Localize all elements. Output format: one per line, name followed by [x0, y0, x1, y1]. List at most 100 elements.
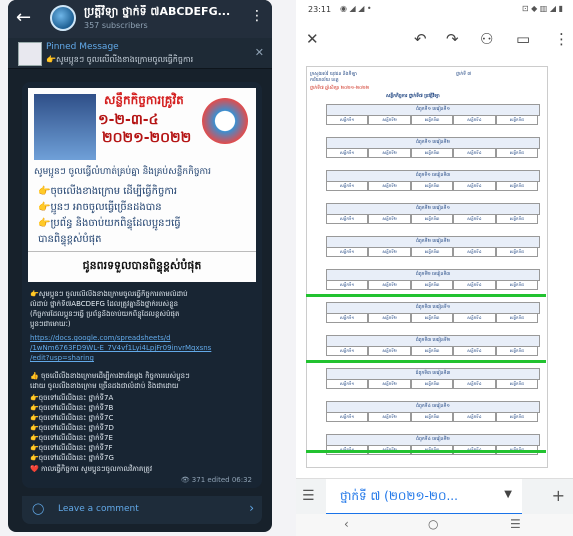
- worksheet-cell[interactable]: សន្លឹកទី៥: [495, 181, 539, 191]
- tab-sheet-grade7[interactable]: ថ្នាក់ទី ៧ (២០២១-២០... ▼: [326, 479, 522, 516]
- worksheet-cell[interactable]: សន្លឹកទី១: [326, 379, 369, 389]
- highlight-line: [306, 450, 546, 453]
- worksheet-cell[interactable]: សន្លឹកទី២: [368, 247, 411, 257]
- worksheet-cell[interactable]: សន្លឹកទី៤: [453, 181, 496, 191]
- worksheet-cell[interactable]: សន្លឹកទី៥: [495, 280, 539, 290]
- class-link-7b[interactable]: 👉ចុចទៅលើលីងនេះ ថ្នាក់ទី7B: [30, 404, 113, 414]
- worksheet-cell[interactable]: សន្លឹកទី៤: [453, 313, 496, 323]
- worksheet-cell[interactable]: សន្លឹកទី៣: [410, 346, 454, 356]
- worksheet-cell[interactable]: សន្លឹកទី៣: [410, 181, 454, 191]
- worksheet-cell[interactable]: សន្លឹកទី៥: [495, 247, 539, 257]
- leave-comment-bar[interactable]: ◯ Leave a comment ›: [22, 496, 262, 524]
- worksheet-cell[interactable]: សន្លឹកទី៤: [453, 148, 496, 158]
- worksheet-cell[interactable]: សន្លឹកទី២: [368, 115, 411, 125]
- close-icon[interactable]: ✕: [306, 30, 319, 48]
- worksheet-cell[interactable]: សន្លឹកទី២: [368, 379, 411, 389]
- spreadsheet-link[interactable]: /edit?usp=sharing: [30, 354, 94, 362]
- poster-year-2: ២០២១-២០២២: [102, 130, 192, 146]
- worksheet-cell[interactable]: សន្លឹកទី៤: [453, 280, 496, 290]
- back-arrow-icon[interactable]: ←: [16, 7, 31, 28]
- spreadsheet-link[interactable]: /1wNm6763FD9WL-E_7V4vf1Lyi4LpjFr09invrMq…: [30, 344, 211, 352]
- worksheet-cell[interactable]: សន្លឹកទី១: [326, 247, 369, 257]
- worksheet-cell[interactable]: សន្លឹកទី២: [368, 148, 411, 158]
- worksheet-cell[interactable]: សន្លឹកទី២: [368, 313, 411, 323]
- poster-bullet: បានពិន្ទុខ្ពស់បំផុត: [38, 234, 102, 245]
- worksheet-row: សន្លឹកទី១សន្លឹកទី២សន្លឹកទី៣សន្លឹកទី៤សន្ល…: [326, 280, 539, 290]
- worksheet-cell[interactable]: សន្លឹកទី១: [326, 280, 369, 290]
- worksheet-cell[interactable]: សន្លឹកទី៥: [495, 148, 539, 158]
- worksheet-cell[interactable]: សន្លឹកទី២: [368, 181, 411, 191]
- worksheet-row: សន្លឹកទី១សន្លឹកទី២សន្លឹកទី៣សន្លឹកទី៤សន្ល…: [326, 148, 539, 158]
- worksheet-cell[interactable]: សន្លឹកទី៣: [410, 412, 454, 422]
- undo-icon[interactable]: ↶: [414, 30, 427, 48]
- worksheet-cell[interactable]: សន្លឹកទី៤: [453, 346, 496, 356]
- add-person-icon[interactable]: ⚇: [480, 30, 493, 48]
- class-link-7g[interactable]: 👉ចុចទៅលើលីងនេះ ថ្នាក់ទី7G: [30, 454, 114, 464]
- worksheet-row: សន្លឹកទី១សន្លឹកទី២សន្លឹកទី៣សន្លឹកទី៤សន្ល…: [326, 313, 539, 323]
- nav-recents-icon[interactable]: ☰: [510, 517, 521, 531]
- close-icon[interactable]: ✕: [255, 46, 264, 59]
- worksheet-cell[interactable]: សន្លឹកទី១: [326, 313, 369, 323]
- poster-photo: [34, 94, 96, 160]
- worksheet-cell[interactable]: សន្លឹកទី៥: [495, 379, 539, 389]
- highlight-line: [306, 294, 546, 297]
- channel-title[interactable]: ប្រត្តីវិទ្យា ថ្នាក់ទី ៧ABCDEFG...: [84, 5, 244, 21]
- class-link-7c[interactable]: 👉ចុចទៅលើលីងនេះ ថ្នាក់ទី7C: [30, 414, 113, 424]
- worksheet-cell[interactable]: សន្លឹកទី៣: [410, 148, 454, 158]
- worksheet-cell[interactable]: សន្លឹកទី២: [368, 346, 411, 356]
- worksheet-cell[interactable]: សន្លឹកទី៤: [453, 412, 496, 422]
- worksheet-cell[interactable]: សន្លឹកទី៣: [410, 115, 454, 125]
- worksheet-cell[interactable]: សន្លឹកទី៣: [410, 280, 454, 290]
- message-text: លំដាប់ ថ្នាក់ទី៧ABCDEFG ដែលត្រូវគ្នានឹងថ…: [30, 300, 179, 308]
- message-text: ដោយ ចូលលីងខាងក្រោម ច្រើនដងជាលំដាប់ និងជា…: [30, 382, 179, 390]
- menu-icon[interactable]: ☰: [302, 488, 315, 504]
- pinned-message-bar[interactable]: Pinned Message 👉សូមប្អូនៗ ចូលលើលីងខាងក្រ…: [8, 38, 272, 69]
- worksheet-cell[interactable]: សន្លឹកទី៣: [410, 247, 454, 257]
- worksheet-cell[interactable]: សន្លឹកទី៤: [453, 214, 496, 224]
- worksheet-cell[interactable]: សន្លឹកទី៣: [410, 313, 454, 323]
- more-vertical-icon[interactable]: ⋮: [554, 30, 569, 48]
- class-link-7f[interactable]: 👉ចុចទៅលើលីងនេះ ថ្នាក់ទី7F: [30, 444, 112, 454]
- worksheet-cell[interactable]: សន្លឹកទី១: [326, 148, 369, 158]
- add-icon[interactable]: +: [552, 486, 565, 505]
- class-link-7d[interactable]: 👉ចុចទៅលើលីងនេះ ថ្នាក់ទី7D: [30, 424, 114, 434]
- worksheet-cell[interactable]: សន្លឹកទី១: [326, 115, 369, 125]
- worksheet-cell[interactable]: សន្លឹកទី៥: [495, 412, 539, 422]
- redo-icon[interactable]: ↷: [446, 30, 459, 48]
- pinned-label: Pinned Message: [46, 42, 119, 52]
- worksheet-cell[interactable]: សន្លឹកទី១: [326, 412, 369, 422]
- worksheet-cell[interactable]: សន្លឹកទី៣: [410, 379, 454, 389]
- comment-icon[interactable]: ▭: [516, 30, 530, 48]
- worksheet-cell[interactable]: សន្លឹកទី៤: [453, 115, 496, 125]
- worksheet-cell[interactable]: សន្លឹកទី៣: [410, 214, 454, 224]
- class-link-7a[interactable]: 👉ចុចទៅលើលីងនេះ ថ្នាក់ទី7A: [30, 394, 113, 404]
- nav-home-icon[interactable]: ○: [428, 517, 438, 531]
- class-link-7e[interactable]: 👉ចុចទៅលើលីងនេះ ថ្នាក់ទី7E: [30, 434, 113, 444]
- highlight-line: [306, 360, 546, 363]
- worksheet-cell[interactable]: សន្លឹកទី៤: [453, 379, 496, 389]
- worksheet-cell[interactable]: សន្លឹកទី៥: [495, 313, 539, 323]
- worksheet-cell[interactable]: សន្លឹកទី២: [368, 280, 411, 290]
- spreadsheet-link[interactable]: https://docs.google.com/spreadsheets/d: [30, 334, 171, 342]
- message-text: ប្អូនៗជាមោឃៈ): [30, 320, 71, 328]
- chevron-down-icon[interactable]: ▼: [504, 489, 512, 500]
- worksheet-cell[interactable]: សន្លឹកទី១: [326, 346, 369, 356]
- doc-header: ថ្នាក់ទី ៧: [456, 72, 472, 77]
- worksheet-cell[interactable]: សន្លឹកទី២: [368, 412, 411, 422]
- spreadsheet-view[interactable]: ក្រសួងអប់រំ យុវជន និងកីឡា ការិយាល័យ ខេត្…: [296, 58, 573, 476]
- worksheet-cell[interactable]: សន្លឹកទី១: [326, 181, 369, 191]
- more-vertical-icon[interactable]: ⋮: [250, 8, 264, 24]
- worksheet-cell[interactable]: សន្លឹកទី៥: [495, 346, 539, 356]
- worksheet-cell[interactable]: សន្លឹកទី៥: [495, 115, 539, 125]
- telegram-screen: ← ប្រត្តីវិទ្យា ថ្នាក់ទី ៧ABCDEFG... 357…: [8, 0, 272, 532]
- worksheet-cell[interactable]: សន្លឹកទី៥: [495, 214, 539, 224]
- worksheet-cell[interactable]: សន្លឹកទី៤: [453, 247, 496, 257]
- nav-back-icon[interactable]: ‹: [344, 517, 349, 531]
- poster-bullet: 👉ចុចលើងខាងក្រោម ដើម្បីធ្វើកិច្ចការ: [38, 186, 178, 197]
- view-count: 👁 371: [180, 476, 206, 484]
- worksheet-cell[interactable]: សន្លឹកទី២: [368, 214, 411, 224]
- worksheet-cell[interactable]: សន្លឹកទី១: [326, 214, 369, 224]
- doc-header: ការិយាល័យ ខេត្ត: [310, 78, 339, 83]
- poster-image[interactable]: សន្លឹកកិច្ចការគ្រូវិត ១-២-៣-៤ ២០២១-២០២២ …: [28, 88, 256, 282]
- channel-avatar[interactable]: [50, 5, 76, 31]
